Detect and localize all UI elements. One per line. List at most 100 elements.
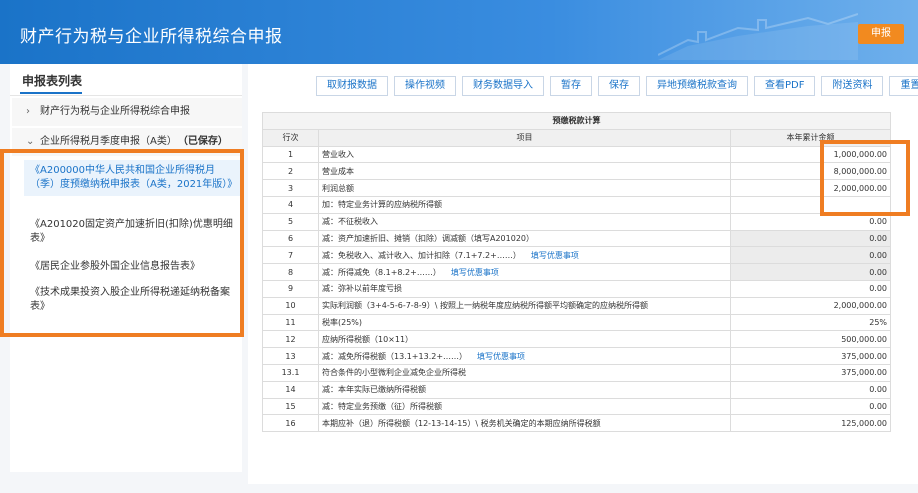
tutorial-video-button[interactable]: 操作视频 xyxy=(394,76,456,96)
row-number: 13 xyxy=(262,347,319,365)
row-number: 10 xyxy=(262,296,319,315)
divider xyxy=(10,95,242,96)
row-item: 本期应补（退）所得税额（12-13-14-15）\ 税务机关确定的本期应纳所得税… xyxy=(318,414,731,433)
row-number: 2 xyxy=(262,162,319,181)
row-number: 4 xyxy=(262,195,319,214)
row-item-label: 税率(25%) xyxy=(322,317,363,327)
table-row: 13.1 符合条件的小型微利企业减免企业所得税 375,000.00 xyxy=(262,363,892,382)
view-pdf-button[interactable]: 查看PDF xyxy=(754,76,816,96)
group-status: （已保存） xyxy=(182,136,228,147)
row-item: 减：本年实际已缴纳所得税额 xyxy=(318,380,731,399)
main-panel: 取财报数据 操作视频 财务数据导入 暂存 保存 异地预缴税款查询 查看PDF 附… xyxy=(248,64,918,484)
row-amount: 0.00 xyxy=(729,263,892,281)
row-number: 13.1 xyxy=(262,363,319,382)
column-header-no: 行次 xyxy=(262,128,319,147)
row-item-label: 减：本年实际已缴纳所得税额 xyxy=(322,385,426,395)
row-item-label: 减：所得减免（8.1+8.2+……） xyxy=(322,267,441,277)
fill-preference-link[interactable]: 填写优惠事项 xyxy=(531,251,579,260)
table-row: 10 实际利润额（3+4-5-6-7-8-9）\ 按照上一纳税年度应纳税所得额平均… xyxy=(262,296,892,315)
import-financial-data-button[interactable]: 财务数据导入 xyxy=(462,76,544,96)
reset-button[interactable]: 重置 xyxy=(889,76,918,96)
highlight-box-amounts xyxy=(820,140,910,216)
row-item-label: 减：弥补以前年度亏损 xyxy=(322,284,402,294)
row-item: 实际利润额（3+4-5-6-7-8-9）\ 按照上一纳税年度应纳税所得额平均额确… xyxy=(318,296,731,315)
row-item-label: 本期应补（退）所得税额（12-13-14-15）\ 税务机关确定的本期应纳所得税… xyxy=(322,418,601,428)
row-number: 16 xyxy=(262,414,319,433)
table-row: 9 减：弥补以前年度亏损 0.00 xyxy=(262,279,892,298)
toolbar: 取财报数据 操作视频 财务数据导入 暂存 保存 异地预缴税款查询 查看PDF 附… xyxy=(316,76,918,98)
group-label: 财产行为税与企业所得税综合申报 xyxy=(40,106,190,117)
row-item: 减：减免所得税额（13.1+13.2+……） 填写优惠事项 xyxy=(318,347,731,365)
table-row: 14 减：本年实际已缴纳所得税额 0.00 xyxy=(262,380,892,399)
row-number: 14 xyxy=(262,380,319,399)
app-title: 财产行为税与企业所得税综合申报 xyxy=(20,27,283,47)
table-row: 12 应纳所得税额（10×11） 500,000.00 xyxy=(262,330,892,349)
row-item: 营业收入 xyxy=(318,145,731,164)
sidebar-title: 申报表列表 xyxy=(22,74,83,88)
sidebar-group-comprehensive[interactable]: › 财产行为税与企业所得税综合申报 xyxy=(12,98,242,126)
fill-preference-link[interactable]: 填写优惠事项 xyxy=(451,268,499,277)
row-number: 9 xyxy=(262,279,319,298)
row-number: 5 xyxy=(262,212,319,231)
row-number: 11 xyxy=(262,313,319,332)
row-amount[interactable]: 0.00 xyxy=(729,279,892,298)
row-number: 7 xyxy=(262,246,319,265)
row-item: 营业成本 xyxy=(318,162,731,181)
table-body: 1 营业收入 1,000,000.00 2 营业成本 8,000,000.00 3 利润总额 2… xyxy=(262,145,892,433)
row-item-label: 营业收入 xyxy=(322,149,354,159)
table-row: 1 营业收入 1,000,000.00 xyxy=(262,145,892,164)
table-row: 5 减：不征税收入 0.00 xyxy=(262,212,892,231)
column-header-item: 项目 xyxy=(318,128,731,147)
row-amount: 0.00 xyxy=(729,246,892,265)
table-row: 3 利润总额 2,000,000.00 xyxy=(262,179,892,197)
row-amount[interactable]: 500,000.00 xyxy=(729,330,892,349)
attachments-button[interactable]: 附送资料 xyxy=(821,76,884,96)
row-item: 减：弥补以前年度亏损 xyxy=(318,279,731,298)
highlight-box-sidebar xyxy=(0,149,244,337)
tax-table-container: 预缴税款计算 行次 项目 本年累计金额 1 营业收入 1,000,000.00 2 营业… xyxy=(262,112,904,484)
row-item-label: 减：资产加速折旧、摊销（扣除）调减额（填写A201020） xyxy=(322,233,535,243)
row-amount[interactable]: 0.00 xyxy=(729,397,892,416)
row-amount[interactable]: 2,000,000.00 xyxy=(729,296,892,315)
group-label: 企业所得税月季度申报（A类） xyxy=(40,136,177,147)
row-item: 加：特定业务计算的应纳税所得额 xyxy=(318,195,731,214)
stash-button[interactable]: 暂存 xyxy=(550,76,592,96)
app-header: 财产行为税与企业所得税综合申报 申报 xyxy=(0,0,918,64)
row-item: 符合条件的小型微利企业减免企业所得税 xyxy=(318,363,731,382)
save-button[interactable]: 保存 xyxy=(598,76,640,96)
table-row: 4 加：特定业务计算的应纳税所得额 xyxy=(262,195,892,214)
row-amount: 0.00 xyxy=(729,229,892,248)
table-row: 2 营业成本 8,000,000.00 xyxy=(262,162,892,181)
row-item: 税率(25%) xyxy=(318,313,731,332)
fill-preference-link[interactable]: 填写优惠事项 xyxy=(477,352,525,361)
row-amount[interactable]: 0.00 xyxy=(729,380,892,399)
table-row: 16 本期应补（退）所得税额（12-13-14-15）\ 税务机关确定的本期应纳所… xyxy=(262,414,892,433)
fetch-report-data-button[interactable]: 取财报数据 xyxy=(316,76,388,96)
row-item-label: 实际利润额（3+4-5-6-7-8-9）\ 按照上一纳税年度应纳税所得额平均额确… xyxy=(322,301,649,311)
row-item-label: 利润总额 xyxy=(322,183,354,193)
row-item: 减：资产加速折旧、摊销（扣除）调减额（填写A201020） xyxy=(318,229,731,248)
row-item: 减：特定业务预缴（征）所得税额 xyxy=(318,397,731,416)
row-amount[interactable]: 375,000.00 xyxy=(729,347,892,365)
row-amount[interactable]: 125,000.00 xyxy=(729,414,892,433)
row-number: 8 xyxy=(262,263,319,281)
row-item-label: 减：特定业务预缴（征）所得税额 xyxy=(322,401,442,411)
row-item-label: 营业成本 xyxy=(322,166,354,176)
submit-button[interactable]: 申报 xyxy=(858,24,904,44)
table-row: 6 减：资产加速折旧、摊销（扣除）调减额（填写A201020） 0.00 xyxy=(262,229,892,248)
row-item: 减：免税收入、减计收入、加计扣除（7.1+7.2+……） 填写优惠事项 xyxy=(318,246,731,265)
row-item: 减：所得减免（8.1+8.2+……） 填写优惠事项 xyxy=(318,263,731,281)
table-row: 15 减：特定业务预缴（征）所得税额 0.00 xyxy=(262,397,892,416)
row-number: 15 xyxy=(262,397,319,416)
row-item: 利润总额 xyxy=(318,179,731,197)
tax-calculation-table: 预缴税款计算 行次 项目 本年累计金额 1 营业收入 1,000,000.00 2 营业… xyxy=(262,112,892,433)
table-row: 13 减：减免所得税额（13.1+13.2+……） 填写优惠事项 375,000.00 xyxy=(262,347,892,365)
chevron-right-icon: › xyxy=(26,106,30,117)
row-item-label: 加：特定业务计算的应纳税所得额 xyxy=(322,200,442,210)
remote-prepayment-query-button[interactable]: 异地预缴税款查询 xyxy=(646,76,748,96)
row-amount[interactable]: 375,000.00 xyxy=(729,363,892,382)
table-row: 7 减：免税收入、减计收入、加计扣除（7.1+7.2+……） 填写优惠事项 0.00 xyxy=(262,246,892,265)
row-number: 1 xyxy=(262,145,319,164)
table-caption: 预缴税款计算 xyxy=(262,112,892,130)
row-amount[interactable]: 25% xyxy=(729,313,892,332)
